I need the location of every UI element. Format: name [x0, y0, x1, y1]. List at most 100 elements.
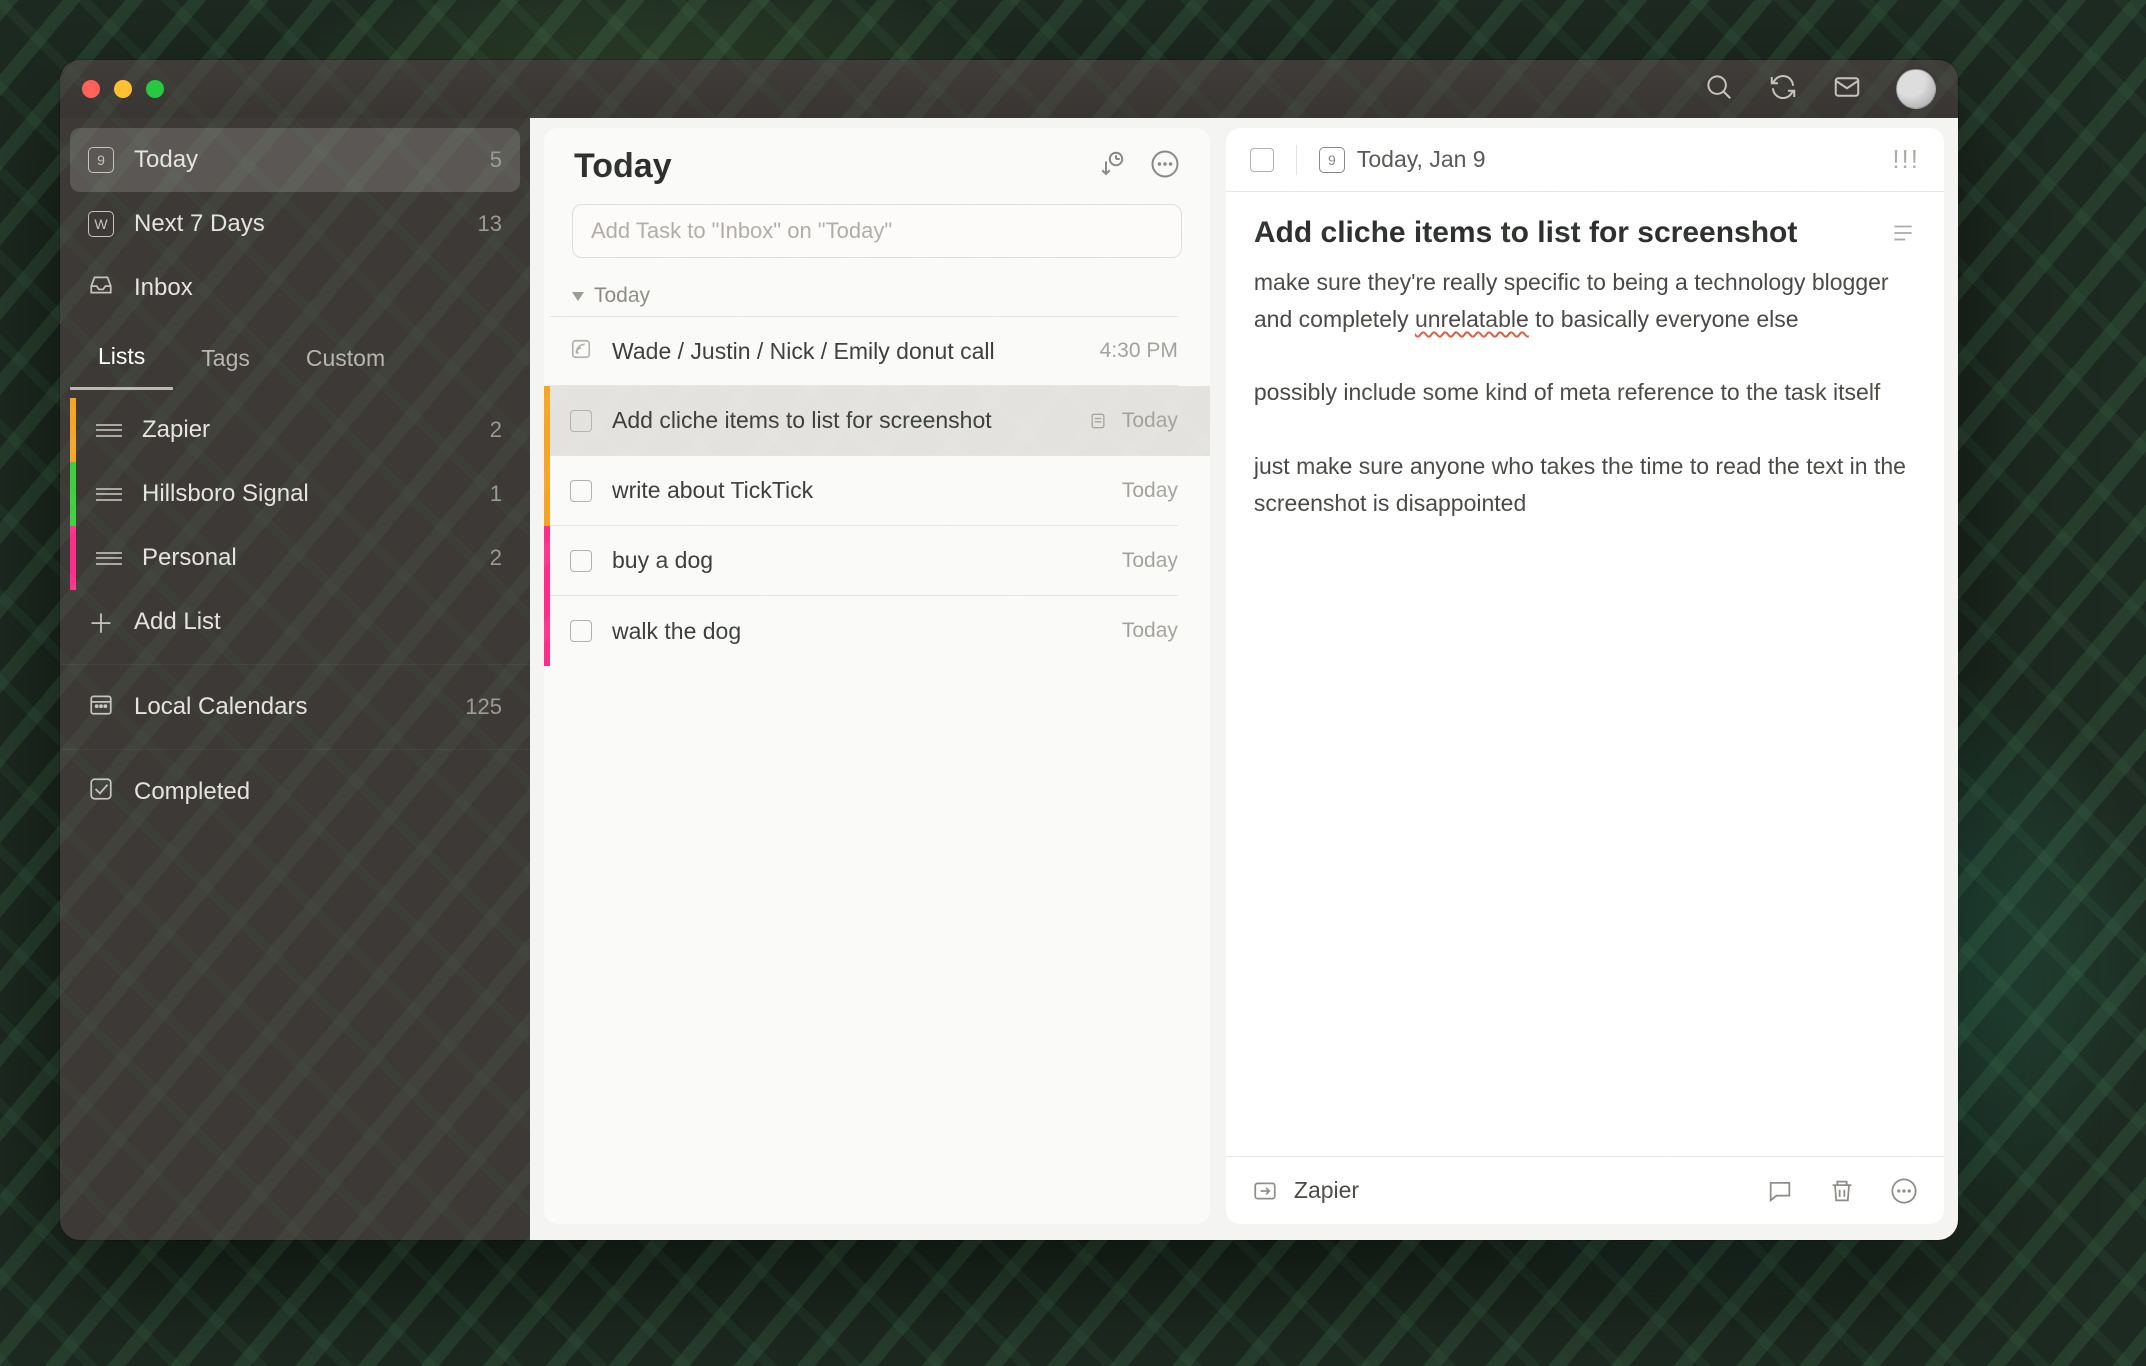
sidebar-item-label: Personal	[142, 544, 237, 572]
task-checkbox[interactable]	[570, 480, 592, 502]
detail-project-button[interactable]: Zapier	[1252, 1177, 1359, 1204]
search-icon[interactable]	[1704, 72, 1734, 107]
sidebar-item-label: Hillsboro Signal	[142, 480, 309, 508]
more-icon[interactable]	[1890, 1177, 1918, 1205]
task-title: walk the dog	[612, 618, 741, 645]
task-row[interactable]: walk the dog Today	[544, 596, 1210, 666]
check-icon	[88, 776, 114, 809]
plus-icon: ＋	[88, 609, 114, 635]
main-area: Today Today Wade / Justin / Nick / Emily…	[530, 118, 1958, 1240]
add-list-button[interactable]: ＋ Add List	[70, 590, 520, 654]
task-meta: Today	[1088, 409, 1178, 433]
sidebar-item-label: Local Calendars	[134, 693, 307, 721]
task-title: buy a dog	[612, 547, 713, 574]
sidebar-completed[interactable]: Completed	[70, 760, 520, 824]
sidebar-list-zapier[interactable]: Zapier 2	[70, 398, 520, 462]
calendar-icon	[88, 691, 114, 724]
mail-icon[interactable]	[1832, 72, 1862, 107]
task-meta: 4:30 PM	[1100, 339, 1178, 363]
sidebar-item-count: 125	[465, 694, 502, 720]
comment-icon[interactable]	[1766, 1177, 1794, 1205]
task-meta: Today	[1122, 619, 1178, 643]
sidebar-smart-next-7-days[interactable]: W Next 7 Days 13	[70, 192, 520, 256]
maximize-button[interactable]	[146, 80, 164, 98]
add-task-input-wrap[interactable]	[572, 204, 1182, 258]
sidebar-calendars[interactable]: Local Calendars 125	[70, 675, 520, 739]
sort-icon[interactable]	[1096, 149, 1126, 184]
list-icon	[96, 545, 122, 571]
task-title: Wade / Justin / Nick / Emily donut call	[612, 338, 995, 365]
color-stripe	[70, 462, 76, 526]
feed-icon	[570, 338, 592, 365]
titlebar	[60, 60, 1958, 118]
task-checkbox[interactable]	[570, 550, 592, 572]
calendar-badge-icon: 9	[1319, 147, 1345, 173]
detail-date-text: Today, Jan 9	[1357, 146, 1486, 173]
move-to-list-icon	[1252, 1178, 1278, 1204]
note-icon	[1088, 411, 1108, 431]
list-header: Today	[544, 128, 1210, 204]
detail-title[interactable]: Add cliche items to list for screenshot	[1254, 216, 1872, 250]
minimize-button[interactable]	[114, 80, 132, 98]
tab-custom[interactable]: Custom	[278, 326, 413, 390]
priority-button[interactable]: !!!	[1892, 144, 1920, 175]
task-detail-panel: 9 Today, Jan 9 !!! Add cliche items to l…	[1226, 128, 1944, 1224]
window-controls	[82, 80, 164, 98]
avatar[interactable]	[1896, 69, 1936, 109]
sidebar-item-count: 2	[490, 417, 502, 443]
sidebar-item-count: 5	[490, 147, 502, 173]
sidebar-smart-inbox[interactable]: Inbox	[70, 256, 520, 320]
add-task-input[interactable]	[591, 218, 1163, 244]
task-group-header[interactable]: Today	[544, 268, 1210, 316]
task-title: Add cliche items to list for screenshot	[612, 407, 992, 434]
sidebar: 9Today5WNext 7 Days13Inbox Lists Tags Cu…	[60, 118, 530, 1240]
detail-project-label: Zapier	[1294, 1177, 1359, 1204]
titlebar-actions	[1704, 69, 1936, 109]
task-list: Wade / Justin / Nick / Emily donut call 4…	[544, 316, 1210, 666]
chevron-down-icon	[572, 292, 584, 301]
sync-icon[interactable]	[1768, 72, 1798, 107]
tab-tags[interactable]: Tags	[173, 326, 278, 390]
task-checkbox[interactable]	[570, 410, 592, 432]
sidebar-smart-today[interactable]: 9Today5	[70, 128, 520, 192]
detail-header: 9 Today, Jan 9 !!!	[1226, 128, 1944, 192]
detail-body: Add cliche items to list for screenshot …	[1226, 192, 1944, 1156]
sidebar-tabs: Lists Tags Custom	[70, 326, 520, 390]
detail-date-button[interactable]: 9 Today, Jan 9	[1319, 146, 1486, 173]
detail-checkbox[interactable]	[1250, 148, 1274, 172]
list-icon	[96, 481, 122, 507]
detail-note[interactable]: make sure they're really specific to bei…	[1254, 264, 1916, 522]
sidebar-item-label: Next 7 Days	[134, 210, 265, 238]
sidebar-item-count: 1	[490, 481, 502, 507]
sidebar-item-count: 13	[478, 211, 502, 237]
task-meta: Today	[1122, 479, 1178, 503]
color-stripe	[70, 398, 76, 462]
app-window: 9 Today 5 W Next 7 Days 13 Inbox Lists Tags Cu…	[60, 60, 1958, 1240]
task-checkbox[interactable]	[570, 620, 592, 642]
task-list-panel: Today Today Wade / Justin / Nick / Emily…	[544, 128, 1210, 1224]
tab-lists[interactable]: Lists	[70, 326, 173, 390]
sidebar-item-label: Today	[134, 146, 198, 174]
calendar-week-icon: W	[88, 211, 114, 237]
detail-footer: Zapier	[1226, 1156, 1944, 1224]
task-row[interactable]: write about TickTickToday	[544, 456, 1210, 526]
sidebar-list-hillsboro-signal[interactable]: Hillsboro Signal 1	[70, 462, 520, 526]
task-row[interactable]: Wade / Justin / Nick / Emily donut call 4…	[544, 316, 1210, 386]
sidebar-item-label: Completed	[134, 778, 250, 806]
task-row[interactable]: Add cliche items to list for screenshot T…	[544, 386, 1210, 456]
list-icon	[96, 417, 122, 443]
divider	[1296, 145, 1297, 175]
color-stripe	[70, 526, 76, 590]
close-button[interactable]	[82, 80, 100, 98]
sidebar-item-label: Zapier	[142, 416, 210, 444]
description-icon[interactable]	[1890, 220, 1916, 246]
trash-icon[interactable]	[1828, 1177, 1856, 1205]
inbox-icon	[88, 272, 114, 305]
sidebar-item-label: Inbox	[134, 274, 193, 302]
sidebar-list-personal[interactable]: Personal2	[70, 526, 520, 590]
task-row[interactable]: buy a dog Today	[544, 526, 1210, 596]
task-meta: Today	[1122, 549, 1178, 573]
add-list-label: Add List	[134, 608, 221, 636]
more-icon[interactable]	[1150, 149, 1180, 184]
task-group-label: Today	[594, 284, 650, 308]
